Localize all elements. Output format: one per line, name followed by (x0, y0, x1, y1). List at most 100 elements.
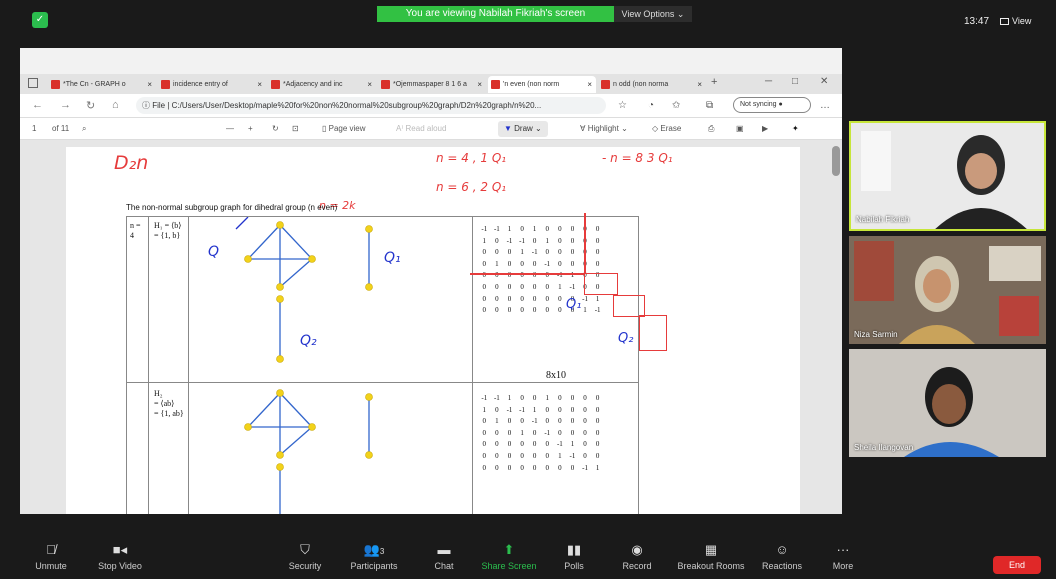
participants-button[interactable]: 👥3 Participants (342, 519, 406, 579)
table-border (638, 216, 639, 514)
view-button[interactable]: View (1000, 16, 1031, 26)
forward-icon[interactable]: → (60, 99, 71, 111)
minimize-icon[interactable]: ─ (765, 76, 772, 87)
chat-label: Chat (434, 561, 454, 571)
matrix-cell: -1 (493, 225, 500, 233)
matrix-cell: 0 (545, 405, 550, 414)
unmute-label: Unmute (35, 561, 67, 571)
save-icon[interactable]: ▣ (736, 124, 744, 133)
view-options-button[interactable]: View Options ⌄ (614, 6, 692, 22)
close-tab-icon[interactable]: × (477, 76, 482, 93)
participant-tile[interactable]: Nabilah Fikriah (849, 121, 1046, 231)
viewing-banner: You are viewing Nabilah Fikriah's screen (377, 6, 614, 22)
close-tab-icon[interactable]: × (697, 76, 702, 93)
annotation-n8: - n = 8 3 Q₁ (602, 151, 673, 165)
record-button[interactable]: ◉ Record (614, 519, 660, 579)
maximize-icon[interactable]: □ (792, 76, 798, 87)
more-button[interactable]: ··· More (826, 519, 860, 579)
matrix-cell: 0 (482, 282, 487, 291)
matrix-cell: 0 (495, 405, 499, 414)
home-icon[interactable]: ⌂ (112, 99, 119, 111)
draw-button[interactable]: ▼ Draw ⌄ (498, 121, 548, 137)
zoom-out-icon[interactable]: — (226, 124, 234, 133)
breakout-rooms-button[interactable]: ▦ Breakout Rooms (670, 519, 752, 579)
polls-button[interactable]: ▮▮ Polls (554, 519, 594, 579)
matrix-cell: 0 (507, 294, 512, 303)
favorites-bar-icon[interactable]: ✩ (672, 100, 680, 111)
zoom-in-icon[interactable]: + (248, 124, 253, 133)
scroll-thumb[interactable] (832, 146, 840, 176)
print-icon[interactable]: ⎙ (708, 124, 714, 134)
page-number-input[interactable]: 1 (32, 124, 36, 133)
matrix-cell: 0 (495, 463, 499, 472)
matrix-cell: 0 (482, 451, 487, 460)
share-screen-button[interactable]: ⬆ Share Screen (474, 519, 544, 579)
url-field[interactable]: ⓘ File | C:/Users/User/Desktop/maple%20f… (136, 97, 606, 114)
grid-view-icon (1000, 18, 1009, 25)
end-meeting-button[interactable]: End (993, 556, 1041, 574)
erase-button[interactable]: ◇ Erase (652, 124, 681, 133)
collections-icon[interactable]: ⧉ (706, 100, 713, 111)
chat-button[interactable]: ▬ Chat (422, 519, 466, 579)
browser-tab[interactable]: incidence entry of × (158, 76, 266, 93)
rotate-icon[interactable]: ↻ (272, 124, 279, 133)
sync-button[interactable]: Not syncing ● (733, 97, 811, 113)
matrix-cell: 0 (507, 417, 512, 426)
matrix-cell: 0 (532, 463, 537, 472)
close-tab-icon[interactable]: × (367, 76, 372, 93)
matrix-cell: -1 (582, 463, 588, 472)
browser-tab[interactable]: *The Cn - GRAPH o × (48, 76, 156, 93)
matrix-cell: 0 (558, 248, 562, 257)
matrix-cell: 0 (482, 463, 487, 472)
unmute-button[interactable]: 🎙̸ Unmute (26, 519, 76, 579)
url-text: C:/Users/User/Desktop/maple%20for%20non%… (171, 101, 542, 110)
polls-label: Polls (564, 561, 584, 571)
pdf-scrollbar[interactable] (830, 140, 842, 514)
matrix-cell: -1 (481, 394, 488, 402)
matrix-cell: 0 (595, 440, 600, 449)
security-button[interactable]: ⛉ Security (280, 519, 330, 579)
save-as-icon[interactable]: ▶ (762, 124, 768, 133)
matrix-cell: -1 (569, 282, 576, 291)
participant-tile[interactable]: Sheila Ilangovan (849, 349, 1046, 457)
browser-tab[interactable]: *Ojemmaspaper 8 1 6 a × (378, 76, 486, 93)
highlight-button[interactable]: ∀ Highlight ⌄ (580, 124, 628, 133)
matrix-cell: 0 (495, 248, 499, 257)
participants-icon: 👥3 (363, 542, 385, 557)
matrix-cell: 1 (507, 394, 512, 402)
matrix-cell: 0 (482, 440, 487, 449)
subgroup-graph-2 (244, 389, 373, 514)
matrix-cell: 0 (520, 294, 524, 303)
favorite-icon[interactable]: ☆ (618, 100, 627, 111)
matrix-cell: 0 (558, 236, 562, 245)
refresh-icon[interactable]: ↻ (86, 99, 95, 112)
extensions-icon[interactable]: ◔ (648, 100, 654, 111)
back-icon[interactable]: ← (32, 99, 43, 111)
browser-tab[interactable]: n odd (non norma × (598, 76, 706, 93)
fit-page-icon[interactable]: ⊡ (292, 124, 299, 133)
matrix-cell: 0 (558, 394, 562, 402)
close-tab-icon[interactable]: × (257, 76, 262, 93)
pin-icon[interactable]: ✦ (792, 124, 799, 133)
stop-video-button[interactable]: ■◂ Stop Video (88, 519, 152, 579)
encryption-shield-icon[interactable]: ✓ (32, 12, 48, 28)
participant-video (849, 349, 1046, 457)
matrix-cell: 0 (532, 440, 537, 449)
browser-tab-active[interactable]: 'n even (non norm × (488, 76, 596, 93)
more-icon[interactable]: … (820, 100, 830, 111)
search-icon[interactable]: ⌕ (82, 124, 86, 134)
page-view-button[interactable]: ▯ Page view (322, 124, 366, 133)
matrix-cell: 0 (482, 306, 487, 315)
browser-tab[interactable]: *Adjacency and inc × (268, 76, 376, 93)
close-tab-icon[interactable]: × (147, 76, 152, 93)
close-window-icon[interactable]: ✕ (820, 76, 828, 87)
participant-tile[interactable]: Niza Sarmin (849, 236, 1046, 344)
table-border (126, 216, 127, 514)
new-tab-icon[interactable]: + (711, 76, 717, 88)
matrix-cell: 0 (482, 428, 487, 437)
window-icon[interactable] (28, 78, 38, 88)
reactions-button[interactable]: ☺ Reactions (756, 519, 808, 579)
matrix-cell: 0 (545, 440, 550, 449)
close-tab-icon[interactable]: × (587, 76, 592, 93)
read-aloud-button[interactable]: A⁾ Read aloud (396, 124, 446, 133)
